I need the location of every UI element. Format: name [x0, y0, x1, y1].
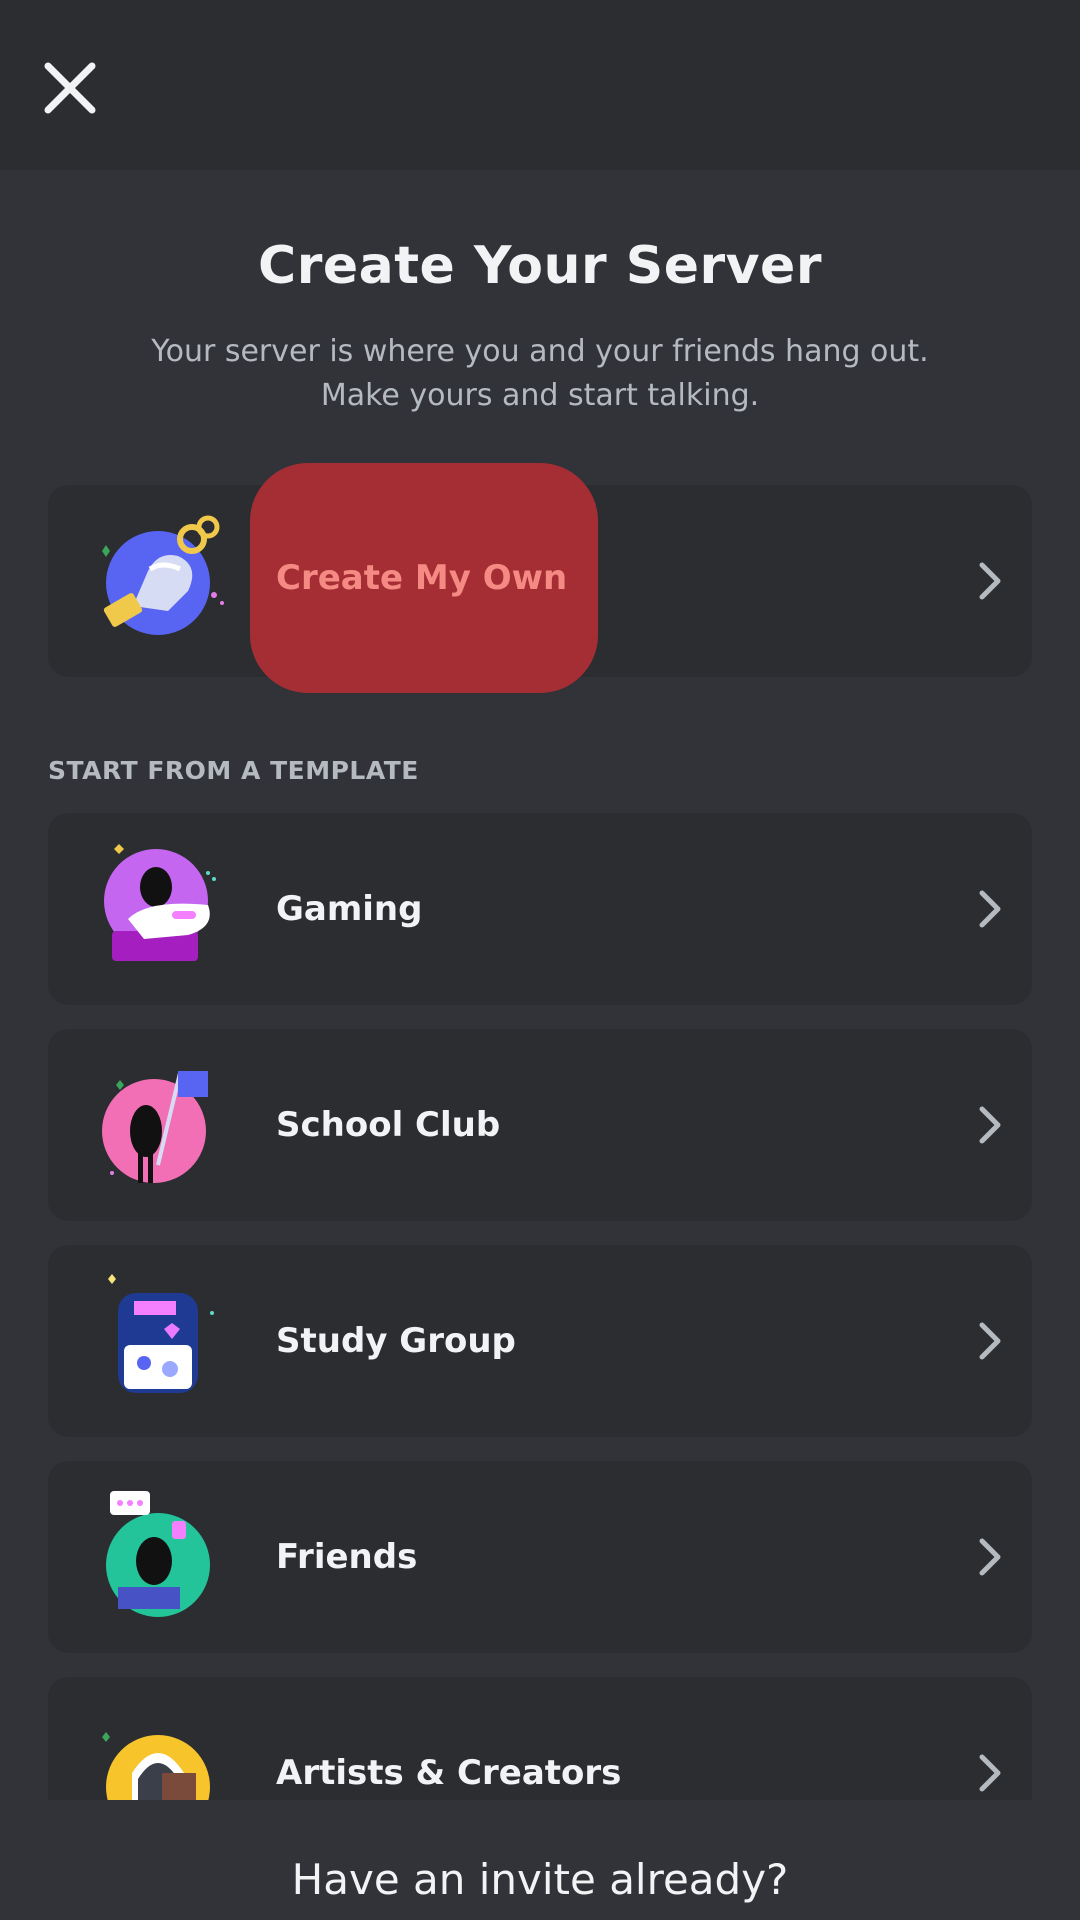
page-subtitle: Your server is where you and your friend…: [140, 330, 940, 418]
close-icon[interactable]: [30, 48, 110, 128]
invite-link[interactable]: Have an invite already?: [0, 1855, 1080, 1904]
chevron-right-icon: [979, 562, 1001, 600]
template-item-label: Study Group: [276, 1321, 516, 1361]
friends-illustration-icon: [106, 1491, 210, 1617]
create-server-screen: Create Your Server Your server is where …: [0, 0, 1080, 1920]
study-group-illustration-icon: [108, 1274, 214, 1393]
gaming-illustration-icon: [104, 844, 216, 961]
template-item-label: Gaming: [276, 889, 423, 929]
chevron-right-icon: [979, 1106, 1001, 1144]
template-item-label: Friends: [276, 1537, 418, 1577]
template-item-artists-creators[interactable]: Artists & Creators: [48, 1677, 1032, 1800]
top-bar: [0, 0, 1080, 170]
template-item-friends[interactable]: Friends: [48, 1461, 1032, 1653]
template-item-study-group[interactable]: Study Group: [48, 1245, 1032, 1437]
chevron-right-icon: [979, 890, 1001, 928]
template-item-gaming[interactable]: Gaming: [48, 813, 1032, 1005]
chevron-right-icon: [979, 1754, 1001, 1792]
chevron-right-icon: [979, 1322, 1001, 1360]
school-club-illustration-icon: [102, 1071, 208, 1183]
template-item-label: Artists & Creators: [276, 1753, 622, 1793]
create-own-illustration-icon: [102, 515, 224, 635]
artists-illustration-icon: [102, 1732, 210, 1800]
subtitle-line-1: Your server is where you and your friend…: [151, 334, 929, 369]
template-list: Gaming School Club Study Group Friends A…: [0, 800, 1080, 1800]
template-item-school-club[interactable]: School Club: [48, 1029, 1032, 1221]
chevron-right-icon: [979, 1538, 1001, 1576]
subtitle-line-2: Make yours and start talking.: [320, 378, 760, 413]
page-title: Create Your Server: [258, 236, 822, 296]
template-item-label: School Club: [276, 1105, 501, 1145]
template-section-header: START FROM A TEMPLATE: [48, 756, 419, 785]
create-my-own-label[interactable]: Create My Own: [276, 463, 567, 693]
